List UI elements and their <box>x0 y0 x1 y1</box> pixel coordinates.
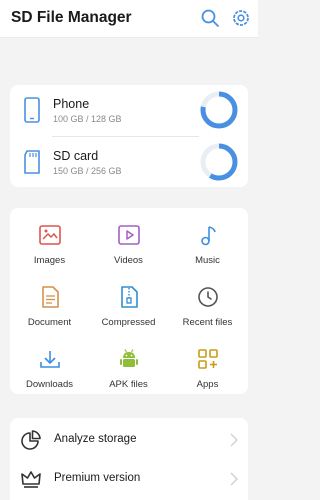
storage-item-sd-card[interactable]: SD card 150 GB / 256 GB <box>10 137 248 187</box>
menu-label: Premium version <box>54 472 141 484</box>
category-label: Recent files <box>182 317 233 328</box>
storage-size: 150 GB / 256 GB <box>53 166 122 176</box>
category-music[interactable]: Music <box>168 218 247 276</box>
category-downloads[interactable]: Downloads <box>10 342 89 400</box>
usage-ring <box>200 91 238 129</box>
category-label: Images <box>33 255 66 266</box>
sd-card-icon <box>24 150 40 174</box>
apps-icon <box>198 349 218 369</box>
images-icon <box>39 225 61 245</box>
recent-files-icon <box>198 287 218 307</box>
category-label: Document <box>27 317 72 328</box>
search-icon[interactable] <box>200 8 220 28</box>
music-icon <box>201 226 216 246</box>
menu-card: Analyze storage Premium version <box>10 418 248 500</box>
menu-item-premium-version[interactable]: Premium version <box>10 459 248 499</box>
chevron-right-icon <box>230 433 238 447</box>
app-title: SD File Manager <box>11 9 132 26</box>
category-compressed[interactable]: Compressed <box>89 280 168 338</box>
category-images[interactable]: Images <box>10 218 89 276</box>
category-videos[interactable]: Videos <box>89 218 168 276</box>
compressed-icon <box>121 286 138 308</box>
menu-label: Analyze storage <box>54 433 137 445</box>
category-apk-files[interactable]: APK files <box>89 342 168 400</box>
downloads-icon <box>40 351 60 368</box>
videos-icon <box>118 225 140 245</box>
chevron-right-icon <box>230 472 238 486</box>
category-apps[interactable]: Apps <box>168 342 247 400</box>
storage-item-phone[interactable]: Phone 100 GB / 128 GB <box>10 85 248 135</box>
storage-name: SD card <box>53 149 99 163</box>
usage-ring <box>200 143 238 181</box>
categories-card: Images Videos Music Document Compressed … <box>10 208 248 394</box>
settings-icon[interactable] <box>231 8 251 28</box>
app-header: SD File Manager <box>0 0 258 38</box>
document-icon <box>42 286 59 308</box>
category-label: Downloads <box>26 379 73 390</box>
apk-icon <box>120 349 138 367</box>
storage-size: 100 GB / 128 GB <box>53 114 122 124</box>
storage-card: Phone 100 GB / 128 GB SD card 150 GB / 2… <box>10 85 248 187</box>
category-label: Compressed <box>101 317 156 328</box>
category-label: APK files <box>109 379 148 390</box>
crown-icon <box>21 471 41 488</box>
category-recent-files[interactable]: Recent files <box>168 280 247 338</box>
category-label: Music <box>195 255 220 266</box>
storage-name: Phone <box>53 97 90 111</box>
menu-item-analyze-storage[interactable]: Analyze storage <box>10 420 248 460</box>
pie-chart-icon <box>21 430 41 450</box>
category-label: Apps <box>196 379 219 390</box>
phone-icon <box>24 97 40 123</box>
category-label: Videos <box>114 255 143 266</box>
category-document[interactable]: Document <box>10 280 89 338</box>
